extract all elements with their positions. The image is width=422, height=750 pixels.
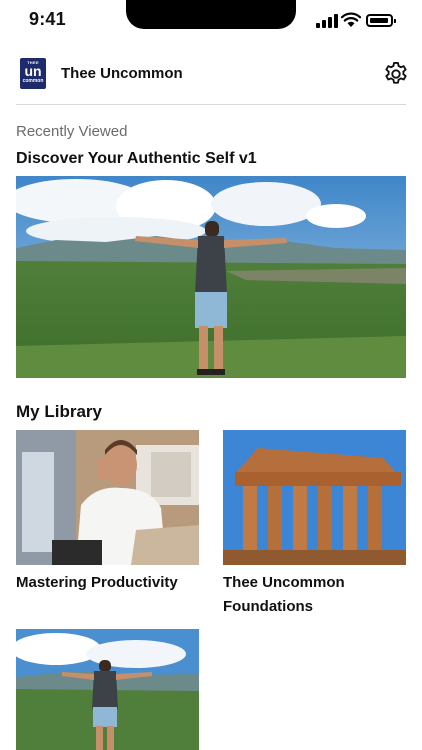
- signal-icon: [316, 14, 338, 28]
- device-notch: [126, 0, 296, 29]
- wifi-icon: [341, 12, 361, 27]
- app-title: Thee Uncommon: [61, 65, 183, 82]
- library-item-image-1[interactable]: [16, 430, 199, 565]
- recently-viewed-label: Recently Viewed: [16, 123, 128, 140]
- library-item-title-1[interactable]: Mastering Productivity: [16, 571, 206, 595]
- recent-item-title[interactable]: Discover Your Authentic Self v1: [16, 150, 257, 168]
- library-item-title-2[interactable]: Thee Uncommon Foundations: [223, 571, 413, 619]
- status-bar: 9:41: [0, 0, 422, 44]
- logo-middle-text: un: [24, 63, 42, 79]
- gear-icon[interactable]: [382, 60, 410, 88]
- header-divider: [16, 104, 406, 105]
- recent-item-image[interactable]: [16, 176, 406, 378]
- library-item-image-3[interactable]: [16, 629, 199, 750]
- app-header: THEE un common Thee Uncommon: [0, 56, 422, 96]
- battery-icon: [366, 14, 396, 27]
- logo-bottom-text: common: [22, 78, 44, 84]
- library-title: My Library: [16, 402, 102, 421]
- status-time: 9:41: [29, 9, 66, 29]
- app-logo[interactable]: THEE un common: [20, 58, 46, 89]
- library-item-image-2[interactable]: [223, 430, 406, 565]
